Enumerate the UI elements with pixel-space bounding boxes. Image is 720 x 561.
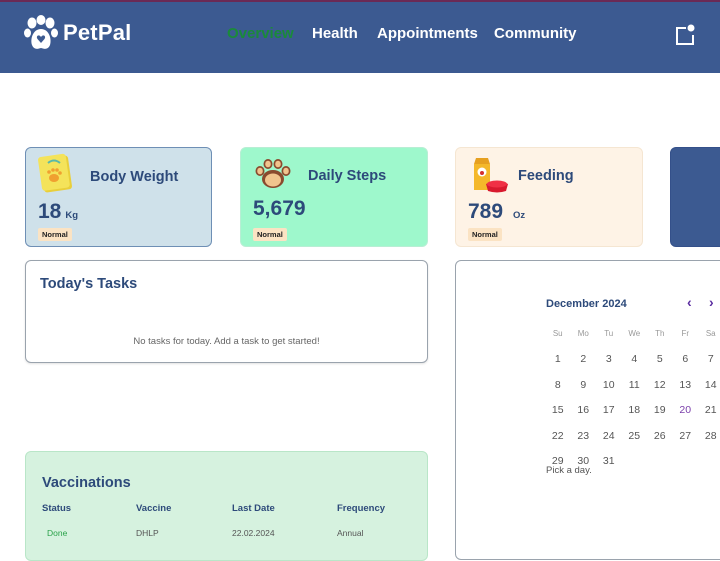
calendar-day[interactable]: 12 — [647, 379, 673, 391]
calendar-day-today[interactable]: 20 — [673, 404, 699, 416]
daily-steps-value: 5,679 — [253, 197, 306, 221]
column-header-vaccine: Vaccine — [136, 503, 172, 514]
paw-icon — [255, 159, 291, 188]
extra-stat-card[interactable] — [670, 147, 720, 247]
calendar-week-row: 22 23 24 25 26 27 28 — [545, 423, 720, 449]
calendar-day[interactable]: 17 — [596, 404, 622, 416]
nav-health[interactable]: Health — [312, 25, 358, 42]
food-bag-icon — [474, 158, 508, 193]
calendar-grid: Su Mo Tu We Th Fr Sa 1 2 3 4 5 6 7 8 9 10 11 12 13 14 15 16 17… — [545, 321, 720, 474]
calendar-week-row: 8 9 10 11 12 13 14 — [545, 372, 720, 398]
calendar-day[interactable]: 10 — [596, 379, 622, 391]
calendar-week-row: 15 16 17 18 19 20 21 — [545, 398, 720, 424]
calendar-day[interactable]: 19 — [647, 404, 673, 416]
vaccine-frequency: Annual — [337, 528, 364, 538]
scale-icon — [38, 153, 72, 193]
vaccine-name: DHLP — [136, 528, 159, 538]
column-header-last-date: Last Date — [232, 503, 275, 514]
calendar-day[interactable]: 16 — [571, 404, 597, 416]
nav-overview[interactable]: Overview — [227, 25, 294, 42]
navbar: PetPal Overview Health Appointments Comm… — [0, 2, 720, 73]
vaccine-last-date: 22.02.2024 — [232, 528, 275, 538]
weekday-label: Fr — [681, 329, 690, 339]
daily-steps-status-badge: Normal — [253, 228, 287, 241]
nav-community[interactable]: Community — [494, 25, 577, 42]
paw-heart-icon — [24, 15, 58, 49]
vaccine-status: Done — [47, 528, 68, 538]
app-name: PetPal — [63, 20, 132, 45]
weekday-label: Mo — [577, 329, 589, 339]
weekday-label: Tu — [604, 329, 614, 339]
feeding-card[interactable]: Feeding 789 Oz Normal — [455, 147, 643, 247]
calendar-day[interactable]: 31 — [596, 455, 622, 467]
calendar-day[interactable]: 15 — [545, 404, 571, 416]
todays-tasks-title: Today's Tasks — [40, 276, 138, 292]
feeding-value: 789 Oz — [468, 200, 525, 224]
feeding-unit: Oz — [513, 210, 526, 221]
calendar-hint: Pick a day. — [546, 465, 592, 476]
feeding-status-badge: Normal — [468, 228, 502, 241]
calendar-day[interactable]: 9 — [571, 379, 597, 391]
weekday-label: We — [628, 329, 641, 339]
calendar-month-label: December 2024 — [546, 298, 627, 310]
calendar-day[interactable]: 23 — [571, 430, 597, 442]
chevron-right-icon[interactable]: › — [709, 294, 714, 310]
daily-steps-card[interactable]: Daily Steps 5,679 Normal — [240, 147, 428, 247]
column-header-status: Status — [42, 503, 72, 514]
weekday-label: Su — [552, 329, 563, 339]
calendar-week-row: 1234567 — [545, 347, 720, 373]
calendar-day[interactable]: 21 — [698, 404, 720, 416]
calendar-day[interactable]: 22 — [545, 430, 571, 442]
calendar-day[interactable]: 8 — [545, 379, 571, 391]
tasks-empty-message: No tasks for today. Add a task to get st… — [133, 336, 320, 347]
weekday-label: Sa — [705, 329, 716, 339]
calendar-day[interactable]: 27 — [673, 430, 699, 442]
weekday-label: Th — [655, 329, 665, 339]
calendar-day[interactable]: 18 — [622, 404, 648, 416]
logo[interactable]: PetPal — [24, 15, 131, 51]
todays-tasks-card: Today's Tasks No tasks for today. Add a … — [25, 260, 428, 363]
calendar-day[interactable]: 7 — [698, 353, 720, 365]
body-weight-unit: Kg — [65, 210, 79, 221]
calendar-day[interactable]: 3 — [596, 353, 622, 365]
feeding-title: Feeding — [518, 168, 574, 184]
daily-steps-number: 5,679 — [253, 197, 306, 220]
calendar-day[interactable]: 4 — [622, 353, 648, 365]
calendar-day[interactable]: 26 — [647, 430, 673, 442]
calendar-day[interactable]: 13 — [673, 379, 699, 391]
vaccinations-title: Vaccinations — [42, 475, 131, 491]
calendar-weekday-row: Su Mo Tu We Th Fr Sa — [545, 321, 720, 347]
body-weight-number: 18 — [38, 200, 62, 223]
calendar-day[interactable]: 5 — [647, 353, 673, 365]
notification-icon[interactable] — [675, 24, 695, 46]
calendar-card: December 2024 ‹ › Su Mo Tu We Th Fr Sa 1234567… — [455, 260, 720, 560]
body-weight-value: 18 Kg — [38, 200, 78, 224]
column-header-frequency: Frequency — [337, 503, 386, 514]
calendar-day[interactable]: 14 — [698, 379, 720, 391]
calendar-day[interactable]: 24 — [596, 430, 622, 442]
daily-steps-title: Daily Steps — [308, 168, 387, 184]
nav-appointments[interactable]: Appointments — [377, 25, 478, 42]
feeding-number: 789 — [468, 200, 504, 223]
vaccinations-card: Vaccinations Status Vaccine Last Date Fr… — [25, 451, 428, 561]
calendar-day[interactable]: 2 — [571, 353, 597, 365]
body-weight-status-badge: Normal — [38, 228, 72, 241]
calendar-day[interactable]: 1 — [545, 353, 571, 365]
body-weight-title: Body Weight — [90, 169, 179, 185]
calendar-day[interactable]: 25 — [622, 430, 648, 442]
body-weight-card[interactable]: Body Weight 18 Kg Normal — [25, 147, 212, 247]
chevron-left-icon[interactable]: ‹ — [687, 294, 692, 310]
calendar-day[interactable]: 6 — [673, 353, 699, 365]
calendar-day[interactable]: 11 — [622, 379, 648, 391]
calendar-day[interactable]: 28 — [698, 430, 720, 442]
